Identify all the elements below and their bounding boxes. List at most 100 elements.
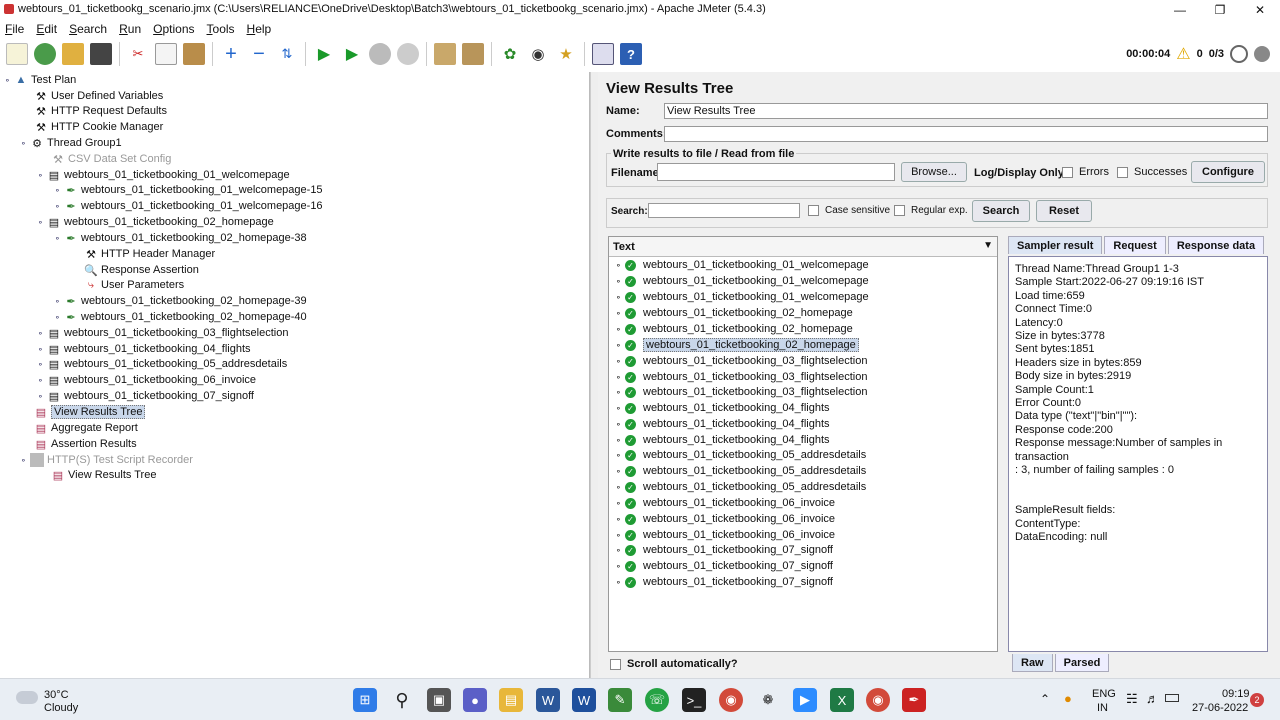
tree-toggle-icon[interactable]: ⚬ [37, 345, 47, 354]
tree-node-listener[interactable]: ▤ Assertion Results [34, 436, 137, 452]
search-button[interactable]: Search [972, 200, 1030, 222]
menu-options[interactable]: Options [153, 22, 194, 36]
new-icon[interactable] [6, 43, 28, 65]
tree-toggle-icon[interactable]: ⚬ [37, 376, 47, 385]
tree-node-config[interactable]: ⚒ User Defined Variables [34, 88, 163, 104]
split-divider[interactable] [590, 72, 598, 678]
tree-toggle-icon[interactable]: ⚬ [54, 186, 64, 195]
clock-time[interactable]: 09:19 [1222, 688, 1250, 700]
tree-toggle-icon[interactable]: ⚬ [37, 171, 47, 180]
search-icon[interactable]: ⚲ [390, 688, 414, 712]
result-row-selected[interactable]: ⚬ ✓ webtours_01_ticketbooking_02_homepage [615, 337, 859, 353]
chrome-profile-icon[interactable]: ◉ [866, 688, 890, 712]
tree-node-listener[interactable]: ▤ View Results Tree [51, 467, 157, 483]
zoom-icon[interactable]: ▶ [793, 688, 817, 712]
tree-toggle-icon[interactable]: ⚬ [615, 483, 625, 492]
stop-icon[interactable] [369, 43, 391, 65]
tree-node-transaction[interactable]: ⚬ ▤ webtours_01_ticketbooking_05_addresde… [37, 356, 287, 372]
search-input[interactable] [648, 203, 800, 218]
shutdown-icon[interactable] [397, 43, 419, 65]
tree-toggle-icon[interactable]: ⚬ [615, 277, 625, 286]
battery-icon[interactable] [1165, 694, 1179, 702]
weather-temp[interactable]: 30°C [44, 689, 69, 701]
warning-icon[interactable]: ⚠ [1176, 44, 1190, 64]
tree-toggle-icon[interactable]: ⚬ [615, 388, 625, 397]
close-button[interactable]: ✕ [1240, 0, 1280, 20]
tree-node-sampler[interactable]: ⚬ ✒ webtours_01_ticketbooking_02_homepage… [54, 309, 307, 325]
wifi-icon[interactable]: ☵ [1126, 691, 1138, 707]
lang-line2[interactable]: IN [1097, 702, 1108, 714]
tree-toggle-icon[interactable]: ⚬ [54, 202, 64, 211]
teams-icon[interactable]: ● [463, 688, 487, 712]
tree-toggle-icon[interactable]: ⚬ [615, 578, 625, 587]
tab-parsed[interactable]: Parsed [1054, 654, 1110, 672]
binoculars-icon[interactable]: ◉ [527, 43, 549, 65]
errors-checkbox[interactable]: Errors [1062, 166, 1109, 178]
tree-node-transaction[interactable]: ⚬ ▤ webtours_01_ticketbooking_04_flights [37, 341, 251, 357]
clear-all-icon[interactable] [462, 43, 484, 65]
dropdown-icon[interactable]: ▼ [983, 240, 993, 251]
clear-icon[interactable] [434, 43, 456, 65]
successes-checkbox[interactable]: Successes [1117, 166, 1187, 178]
app-icon[interactable]: ❁ [756, 688, 780, 712]
result-row[interactable]: ⚬ ✓ webtours_01_ticketbooking_04_flights [615, 416, 830, 432]
case-sensitive-checkbox[interactable]: Case sensitive [808, 205, 890, 216]
tree-toggle-icon[interactable]: ⚬ [37, 218, 47, 227]
collapse-icon[interactable]: − [248, 43, 270, 65]
templates-icon[interactable] [34, 43, 56, 65]
result-row[interactable]: ⚬ ✓ webtours_01_ticketbooking_07_signoff [615, 558, 833, 574]
scroll-automatically-checkbox[interactable]: Scroll automatically? [610, 658, 738, 670]
result-row[interactable]: ⚬ ✓ webtours_01_ticketbooking_03_flightsel… [615, 353, 867, 369]
tree-node-recorder[interactable]: ⚬ HTTP(S) Test Script Recorder [20, 452, 193, 468]
tree-toggle-icon[interactable]: ⚬ [20, 139, 30, 148]
tree-node-csv-config[interactable]: ⚒ CSV Data Set Config [51, 151, 171, 167]
result-row[interactable]: ⚬ ✓ webtours_01_ticketbooking_07_signoff [615, 542, 833, 558]
result-row[interactable]: ⚬ ✓ webtours_01_ticketbooking_03_flightsel… [615, 369, 867, 385]
start-icon[interactable]: ⊞ [353, 688, 377, 712]
menu-tools[interactable]: Tools [207, 22, 235, 36]
excel-icon[interactable]: X [830, 688, 854, 712]
weather-desc[interactable]: Cloudy [44, 702, 78, 714]
save-icon[interactable] [90, 43, 112, 65]
tree-toggle-icon[interactable]: ⚬ [615, 515, 625, 524]
result-row[interactable]: ⚬ ✓ webtours_01_ticketbooking_01_welcomepa… [615, 289, 869, 305]
tree-node-transaction[interactable]: ⚬ ▤ webtours_01_ticketbooking_06_invoice [37, 372, 256, 388]
tree-node-assertion[interactable]: 🔍 Response Assertion [84, 262, 199, 278]
jmeter-icon[interactable]: ✒ [902, 688, 926, 712]
tree-node-transaction[interactable]: ⚬ ▤ webtours_01_ticketbooking_01_welcomep… [37, 167, 290, 183]
menu-file[interactable]: File [5, 22, 24, 36]
result-row[interactable]: ⚬ ✓ webtours_01_ticketbooking_04_flights [615, 432, 830, 448]
microphone-icon[interactable]: ● [1064, 691, 1072, 706]
tab-response-data[interactable]: Response data [1167, 236, 1265, 254]
toggle-icon[interactable]: ⇅ [276, 43, 298, 65]
filename-field[interactable] [657, 163, 895, 181]
tree-node-config[interactable]: ⚒ HTTP Request Defaults [34, 103, 167, 119]
paste-icon[interactable] [183, 43, 205, 65]
tree-toggle-icon[interactable]: ⚬ [54, 313, 64, 322]
result-row[interactable]: ⚬ ✓ webtours_01_ticketbooking_05_addresdet… [615, 463, 866, 479]
checkbox-box[interactable] [1062, 166, 1073, 178]
word-icon[interactable]: W [536, 688, 560, 712]
result-row[interactable]: ⚬ ✓ webtours_01_ticketbooking_03_flightsel… [615, 384, 867, 400]
start-no-pauses-icon[interactable]: ▶ [341, 43, 363, 65]
tree-node-transaction[interactable]: ⚬ ▤ webtours_01_ticketbooking_07_signoff [37, 388, 254, 404]
result-row[interactable]: ⚬ ✓ webtours_01_ticketbooking_01_welcomepa… [615, 257, 869, 273]
copy-icon[interactable] [155, 43, 177, 65]
tree-toggle-icon[interactable]: ⚬ [4, 76, 14, 85]
tree-toggle-icon[interactable]: ⚬ [615, 357, 625, 366]
chrome-icon[interactable]: ◉ [719, 688, 743, 712]
tree-toggle-icon[interactable]: ⚬ [615, 293, 625, 302]
tree-toggle-icon[interactable]: ⚬ [615, 373, 625, 382]
tree-node-sampler[interactable]: ⚬ ✒ webtours_01_ticketbooking_01_welcomep… [54, 182, 323, 198]
tree-node-listener[interactable]: ▤ Aggregate Report [34, 420, 138, 436]
minimize-button[interactable]: — [1160, 0, 1200, 20]
cut-icon[interactable]: ✂ [127, 43, 149, 65]
tree-node-test-plan[interactable]: ⚬ ▲ Test Plan [4, 72, 76, 88]
result-row[interactable]: ⚬ ✓ webtours_01_ticketbooking_05_addresdet… [615, 447, 866, 463]
open-icon[interactable] [62, 43, 84, 65]
search-tree-icon[interactable]: ✿ [499, 43, 521, 65]
tab-request[interactable]: Request [1104, 236, 1166, 254]
task-view-icon[interactable]: ▣ [427, 688, 451, 712]
tree-toggle-icon[interactable]: ⚬ [615, 467, 625, 476]
tree-node-config[interactable]: ⚒ HTTP Cookie Manager [34, 119, 163, 135]
